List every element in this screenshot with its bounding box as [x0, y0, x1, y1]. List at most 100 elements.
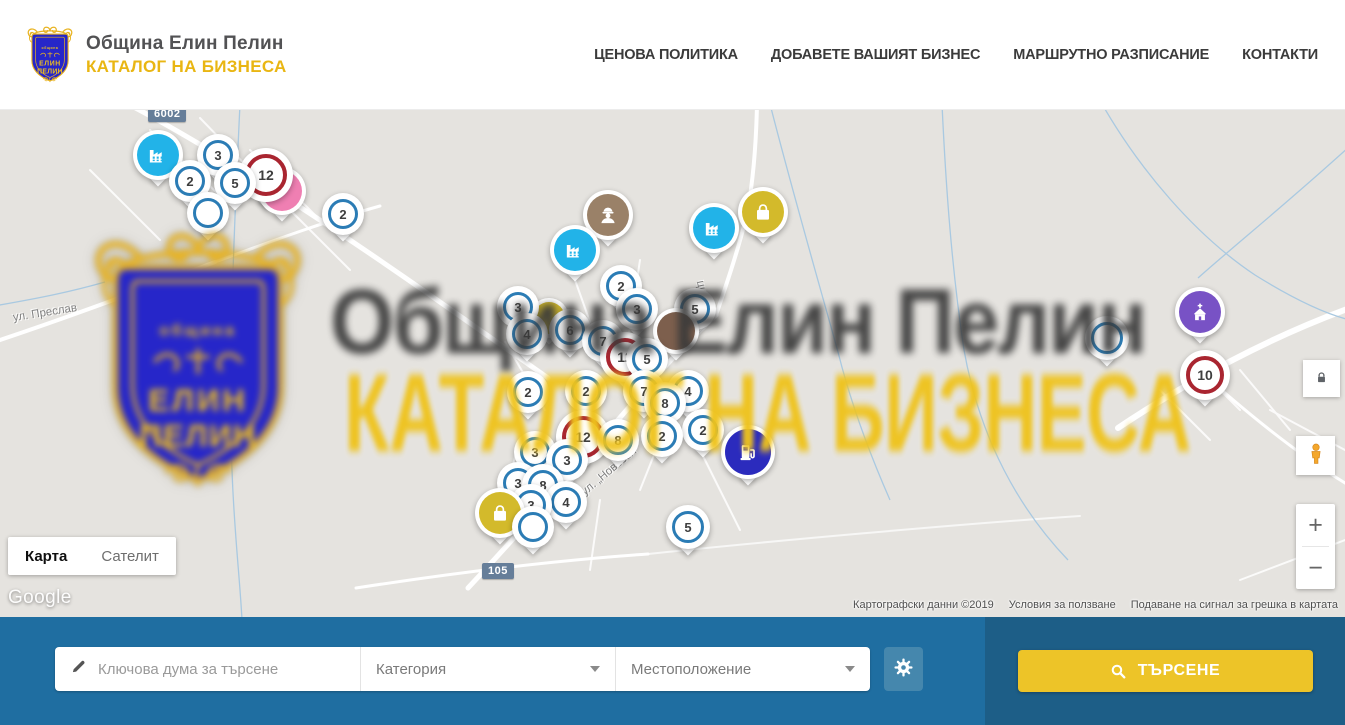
cluster-ring: 2 [688, 415, 718, 445]
cluster-count: 3 [531, 445, 538, 460]
map-attribution: Картографски данни ©2019 Условия за полз… [853, 599, 1338, 611]
cluster-marker[interactable] [1085, 316, 1129, 360]
site-subtitle: КАТАЛОГ НА БИЗНЕСА [86, 57, 287, 77]
cluster-marker[interactable]: 10 [1180, 350, 1230, 400]
svg-text:община: община [42, 46, 59, 50]
marker-disc: 3 [616, 288, 658, 330]
cluster-count: 3 [633, 302, 640, 317]
cluster-ring: 4 [551, 487, 581, 517]
municipality-logo: община ЕЛИН ПЕЛИН [25, 22, 75, 88]
cluster-marker[interactable] [187, 192, 229, 234]
cluster-marker[interactable] [512, 506, 554, 548]
category-marker[interactable] [689, 203, 739, 253]
nav-add-your-business[interactable]: ДОБАВЕТЕ ВАШИЯТ БИЗНЕС [771, 47, 980, 63]
chevron-down-icon [590, 666, 600, 672]
keyword-search-input[interactable] [98, 661, 345, 678]
advanced-search-button[interactable] [884, 647, 923, 691]
fuel-icon [725, 429, 771, 475]
nav-pricing-policy[interactable]: ЦЕНОВА ПОЛИТИКА [594, 47, 738, 63]
category-marker[interactable] [550, 225, 600, 275]
marker-disc [512, 506, 554, 548]
cluster-ring: 5 [672, 511, 704, 543]
shopping-bag-icon [742, 191, 784, 233]
cluster-count: 8 [661, 396, 668, 411]
site-title: Община Елин Пелин [86, 33, 287, 55]
cluster-ring: 10 [1186, 356, 1224, 394]
search-fields-panel: Категория Местоположение [0, 617, 985, 725]
cluster-count: 3 [514, 300, 521, 315]
cluster-count: 2 [658, 429, 665, 444]
search-button-label: ТЪРСЕНЕ [1138, 662, 1221, 680]
street-view-pegman-button[interactable] [1296, 436, 1335, 475]
cluster-marker[interactable]: 2 [682, 409, 724, 451]
cluster-ring: 8 [603, 425, 633, 455]
cluster-count: 3 [563, 453, 570, 468]
marker-disc: 4 [506, 313, 548, 355]
cluster-marker[interactable]: 2 [322, 193, 364, 235]
cluster-count: 3 [214, 148, 221, 163]
cluster-marker[interactable]: 2 [641, 415, 683, 457]
marker-disc [1085, 316, 1129, 360]
cluster-count: 12 [258, 167, 274, 183]
cluster-marker[interactable]: 2 [565, 370, 607, 412]
cluster-ring: 3 [622, 294, 652, 324]
cluster-count: 5 [231, 176, 238, 191]
cluster-count: 4 [562, 495, 569, 510]
marker-disc [689, 203, 739, 253]
cluster-ring: 2 [175, 166, 205, 196]
lock-button[interactable] [1303, 360, 1340, 397]
gear-icon [893, 657, 914, 681]
search-button[interactable]: ТЪРСЕНЕ [1018, 650, 1313, 692]
category-select[interactable]: Категория [360, 647, 615, 691]
report-map-error-link[interactable]: Подаване на сигнал за грешка в картата [1131, 599, 1338, 611]
attribution-copyright: Картографски данни ©2019 [853, 599, 994, 611]
map-type-control: Карта Сателит [8, 537, 176, 575]
category-marker[interactable] [1175, 287, 1225, 337]
cluster-count: 2 [339, 207, 346, 222]
factory-icon [554, 229, 596, 271]
nav-route-schedule[interactable]: МАРШРУТНО РАЗПИСАНИЕ [1013, 47, 1209, 63]
category-marker[interactable] [721, 425, 775, 479]
cluster-marker[interactable]: 5 [666, 505, 710, 549]
map-type-map-button[interactable]: Карта [8, 537, 84, 575]
cluster-marker[interactable]: 4 [506, 313, 548, 355]
brand[interactable]: община ЕЛИН ПЕЛИН Община Елин Пелин КАТА… [25, 22, 287, 88]
church-icon [1179, 291, 1221, 333]
marker-disc [721, 425, 775, 479]
location-select[interactable]: Местоположение [615, 647, 870, 691]
zoom-out-button[interactable]: − [1296, 547, 1335, 589]
cluster-marker[interactable]: 3 [616, 288, 658, 330]
cluster-marker[interactable]: 2 [507, 371, 549, 413]
svg-text:ЕЛИН: ЕЛИН [39, 60, 61, 67]
search-icon [1110, 663, 1127, 680]
cluster-count: 2 [582, 384, 589, 399]
google-logo[interactable]: Google [8, 587, 72, 609]
cluster-count: 4 [684, 384, 691, 399]
keyword-section [55, 647, 360, 691]
map-type-satellite-button[interactable]: Сателит [84, 537, 176, 575]
zoom-in-button[interactable]: + [1296, 504, 1335, 546]
svg-text:ПЕЛИН: ПЕЛИН [37, 68, 63, 75]
marker-disc: 2 [565, 370, 607, 412]
cluster-ring: 2 [513, 377, 543, 407]
pegman-icon [1304, 442, 1328, 469]
cluster-ring [193, 198, 223, 228]
nav-contacts[interactable]: КОНТАКТИ [1242, 47, 1318, 63]
cluster-ring: 2 [328, 199, 358, 229]
cluster-ring: 8 [650, 388, 680, 418]
cluster-count: 10 [1197, 367, 1213, 383]
category-marker[interactable] [738, 187, 788, 237]
marker-disc: 10 [1180, 350, 1230, 400]
cluster-count: 6 [566, 323, 573, 338]
search-submit-panel: ТЪРСЕНЕ [985, 617, 1345, 725]
marker-disc: 5 [666, 505, 710, 549]
map-canvas[interactable]: 6002105ул. Преславбул. „Новоселции 31225… [0, 110, 1345, 617]
cluster-marker[interactable]: 8 [597, 419, 639, 461]
marker-disc: 2 [641, 415, 683, 457]
factory-icon [693, 207, 735, 249]
zoom-control: + − [1296, 504, 1335, 589]
cluster-count: 2 [524, 385, 531, 400]
terms-of-use-link[interactable]: Условия за ползване [1009, 599, 1116, 611]
cluster-count: 5 [684, 520, 691, 535]
map-markers: 31225223356471251027428221283338435 [0, 110, 1345, 617]
